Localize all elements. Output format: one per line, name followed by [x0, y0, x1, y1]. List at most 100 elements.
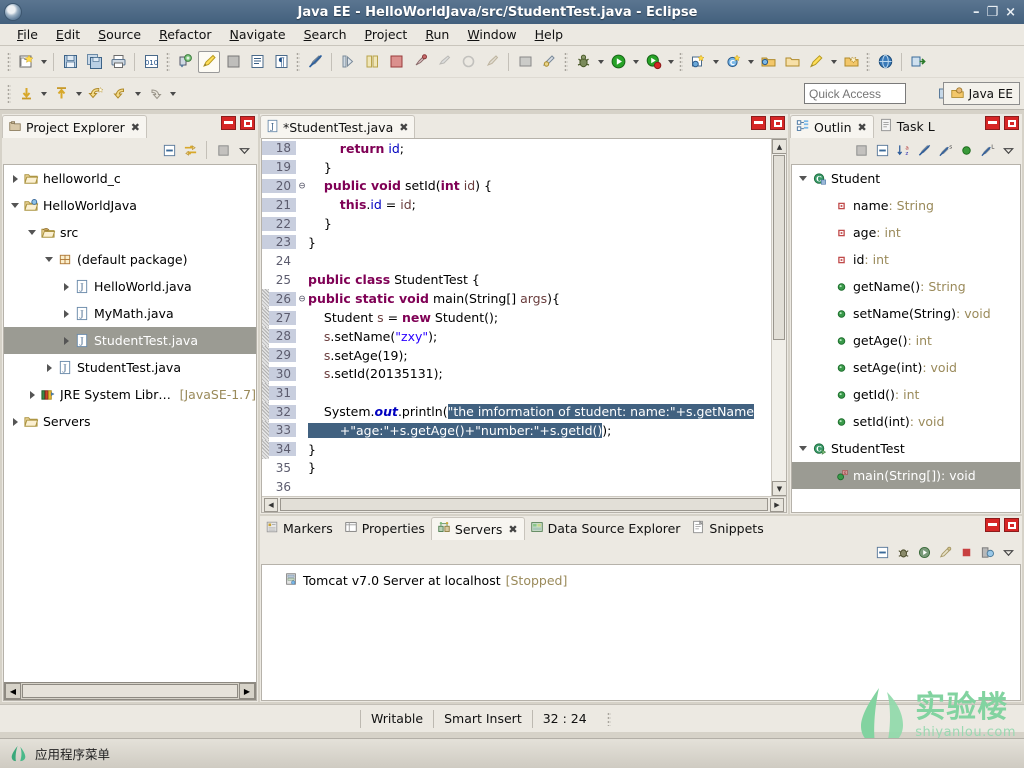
code-line[interactable]: 23}: [262, 233, 771, 252]
outline-tree[interactable]: C Student name : String age : int id : int ge…: [791, 164, 1021, 513]
debug-icon[interactable]: [572, 51, 594, 73]
menu-search[interactable]: Search: [295, 25, 356, 44]
tree-item-studenttest-java[interactable]: J StudentTest.java: [4, 354, 256, 381]
code-line[interactable]: 21 this.id = id;: [262, 195, 771, 214]
block-icon[interactable]: [385, 51, 407, 73]
minimize-view-button[interactable]: [221, 116, 236, 130]
tree-item-helloworldjava[interactable]: HelloWorldJava: [4, 192, 256, 219]
toolbar-grip[interactable]: [7, 83, 11, 104]
view-menu-icon[interactable]: [999, 141, 1017, 159]
app-menu-label[interactable]: 应用程序菜单: [35, 744, 110, 763]
fold-collapse-icon[interactable]: ⊖: [296, 179, 308, 192]
web-browser-icon[interactable]: [874, 51, 896, 73]
twisty-collapsed-icon[interactable]: [25, 388, 39, 402]
maximize-view-button[interactable]: [1004, 116, 1019, 130]
run-dropdown-icon[interactable]: [630, 51, 641, 73]
outline-item-name[interactable]: name : String: [792, 192, 1020, 219]
history-icon[interactable]: [433, 51, 455, 73]
toggle-icon[interactable]: [361, 51, 383, 73]
close-icon[interactable]: ✖: [131, 121, 140, 134]
new-project-dropdown-icon[interactable]: [710, 51, 721, 73]
project-explorer-hscrollbar[interactable]: ◀ ▶: [4, 682, 256, 700]
next-annotation-icon[interactable]: [15, 83, 37, 105]
tree-item-default-package[interactable]: (default package): [4, 246, 256, 273]
outline-item-getname[interactable]: getName() : String: [792, 273, 1020, 300]
hide-nonpublic-icon[interactable]: [957, 141, 975, 159]
new-dropdown-icon[interactable]: [38, 51, 49, 73]
menu-source[interactable]: Source: [89, 25, 150, 44]
outline-item-setid-int[interactable]: setId(int) : void: [792, 408, 1020, 435]
menu-navigate[interactable]: Navigate: [221, 25, 295, 44]
pin-dropdown-icon[interactable]: [828, 51, 839, 73]
paragraph-icon[interactable]: ¶: [270, 51, 292, 73]
save-icon[interactable]: [59, 51, 81, 73]
tree-item-helloworld-c[interactable]: helloworld_c: [4, 165, 256, 192]
outline-item-getid[interactable]: getId() : int: [792, 381, 1020, 408]
scroll-left-button[interactable]: ◀: [5, 683, 21, 699]
editor-vscrollbar[interactable]: ▲ ▼: [771, 139, 786, 496]
tree-item-mymath-java[interactable]: J MyMath.java: [4, 300, 256, 327]
scroll-right-button[interactable]: ▶: [239, 683, 255, 699]
collapse-all-icon[interactable]: [873, 141, 891, 159]
server-row[interactable]: Tomcat v7.0 Server at localhost [Stopped]: [262, 565, 1020, 589]
run-icon[interactable]: [607, 51, 629, 73]
code-line[interactable]: 24: [262, 252, 771, 271]
servers-list[interactable]: Tomcat v7.0 Server at localhost [Stopped]: [261, 564, 1021, 701]
perspective-java-ee-button[interactable]: Java EE: [942, 82, 1020, 105]
scroll-up-button[interactable]: ▲: [772, 139, 786, 154]
editor-hscrollbar[interactable]: ◀ ▶: [262, 496, 786, 512]
view-menu-grid-icon[interactable]: [214, 141, 232, 159]
markers-icon[interactable]: [222, 51, 244, 73]
toolbar-grip[interactable]: [679, 51, 683, 72]
code-line[interactable]: 33 +"age:"+s.getAge()+"number:"+s.getId(…: [262, 420, 771, 440]
start-server-icon[interactable]: [915, 543, 933, 561]
twisty-collapsed-icon[interactable]: [59, 280, 73, 294]
new-class-icon[interactable]: C: [722, 51, 744, 73]
outline-item-id[interactable]: id : int: [792, 246, 1020, 273]
code-text-area[interactable]: 18 return id; 19 } 20 ⊖ public void setId(i…: [262, 139, 771, 496]
stop-server-icon[interactable]: [957, 543, 975, 561]
outline-item-studenttest[interactable]: C StudentTest: [792, 435, 1020, 462]
tab-markers[interactable]: Markers: [260, 517, 339, 540]
project-explorer-tree[interactable]: helloworld_c HelloWorldJava src (default pa…: [3, 164, 257, 701]
twisty-collapsed-icon[interactable]: [8, 415, 22, 429]
menu-refactor[interactable]: Refactor: [150, 25, 220, 44]
profile-server-icon[interactable]: [936, 543, 954, 561]
tab-studenttest-java[interactable]: J *StudentTest.java ✖: [260, 115, 416, 138]
quick-access-input[interactable]: [804, 83, 906, 104]
run-last-icon[interactable]: [642, 51, 664, 73]
menu-edit[interactable]: Edit: [47, 25, 89, 44]
code-line[interactable]: 30 s.setId(20135131);: [262, 364, 771, 384]
twisty-expanded-icon[interactable]: [42, 253, 56, 267]
scroll-left-button[interactable]: ◀: [264, 497, 278, 512]
tree-item-helloworld-java[interactable]: J HelloWorld.java: [4, 273, 256, 300]
toolbar-grip[interactable]: [296, 51, 300, 72]
close-icon[interactable]: ✖: [508, 523, 517, 536]
menu-run[interactable]: Run: [416, 25, 458, 44]
code-line[interactable]: 22 }: [262, 214, 771, 233]
close-icon[interactable]: ✖: [858, 121, 867, 134]
outline-item-setname-string[interactable]: setName(String) : void: [792, 300, 1020, 327]
twisty-expanded-icon[interactable]: [25, 226, 39, 240]
tab-snippets[interactable]: Snippets: [686, 517, 770, 540]
outline-item-age[interactable]: age : int: [792, 219, 1020, 246]
twisty-expanded-icon[interactable]: [796, 442, 810, 456]
back-icon[interactable]: [85, 83, 107, 105]
minimize-button[interactable]: –: [973, 6, 980, 19]
deploy-icon[interactable]: [907, 51, 929, 73]
new-java-project-icon[interactable]: [687, 51, 709, 73]
sort-icon[interactable]: az: [894, 141, 912, 159]
minimize-view-button[interactable]: [985, 116, 1000, 130]
view-menu-icon[interactable]: [999, 543, 1017, 561]
code-line[interactable]: 19 }: [262, 158, 771, 177]
previous-annotation-dropdown-icon[interactable]: [73, 83, 84, 105]
new-jsp-icon[interactable]: [174, 51, 196, 73]
outline-item-setage-int[interactable]: setAge(int) : void: [792, 354, 1020, 381]
toolbar-grip[interactable]: [166, 51, 170, 72]
close-icon[interactable]: ✖: [399, 121, 408, 134]
toolbar-grip[interactable]: [564, 51, 568, 72]
forward-icon[interactable]: [109, 83, 131, 105]
scroll-down-button[interactable]: ▼: [772, 481, 786, 496]
twisty-collapsed-icon[interactable]: [42, 361, 56, 375]
tree-item-src[interactable]: src: [4, 219, 256, 246]
